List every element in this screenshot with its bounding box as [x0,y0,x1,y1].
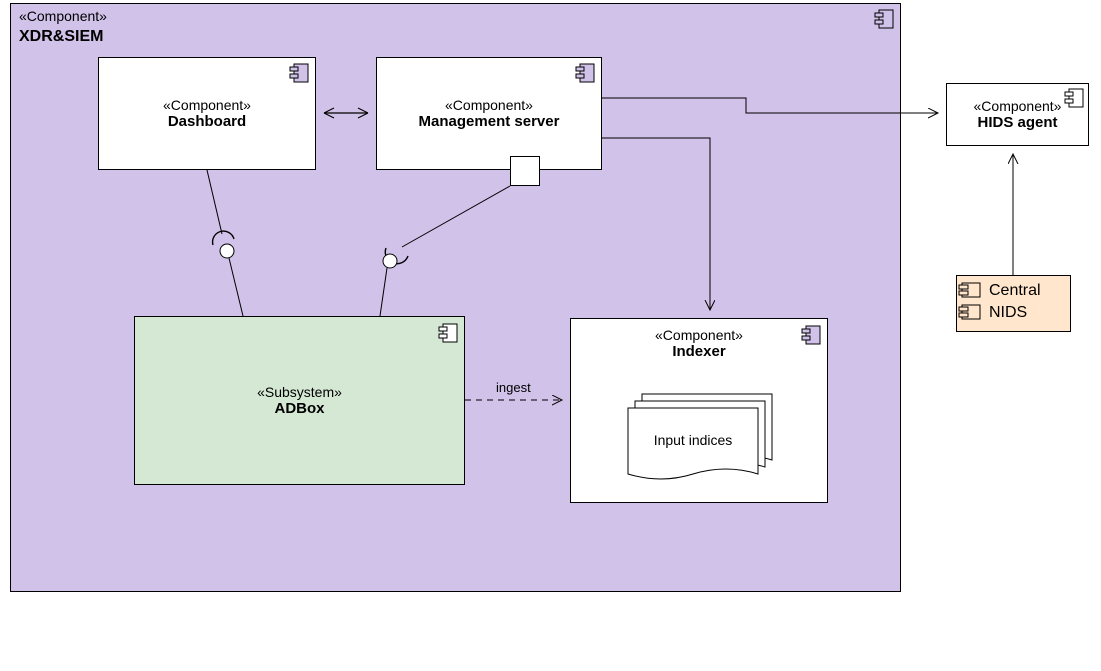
connector-mgmt-indexer [602,138,710,310]
diagram-stage: «Component» XDR&SIEM «Component» Dashboa… [0,0,1101,671]
interface-dashboard-adbox [207,170,243,316]
connector-dashboard-mgmt [324,108,368,118]
connector-mgmt-hids [602,98,938,113]
interface-mgmt-adbox [380,186,510,316]
ingest-label: ingest [496,380,531,395]
